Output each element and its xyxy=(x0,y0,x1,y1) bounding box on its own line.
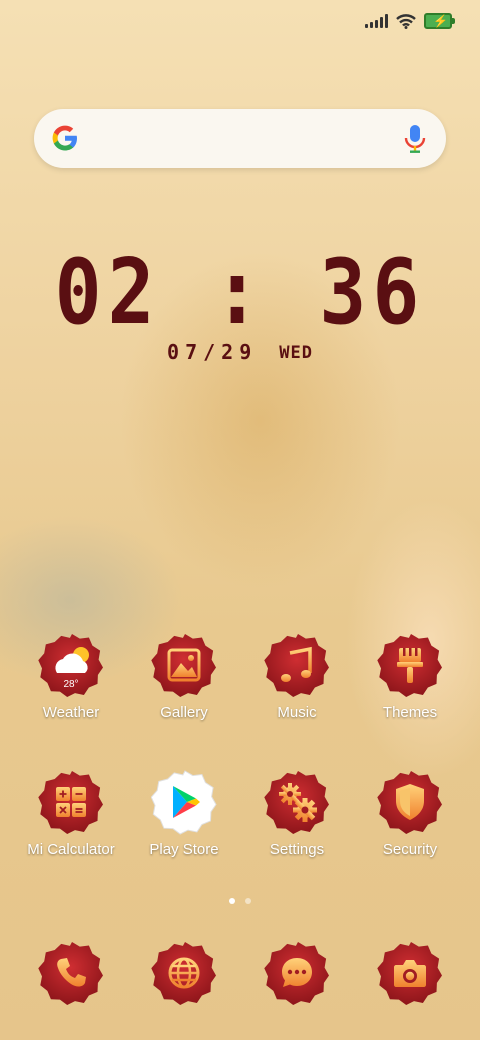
page-dot-2[interactable] xyxy=(245,898,251,904)
music-icon xyxy=(264,634,329,697)
security-icon xyxy=(377,771,442,834)
page-dot-1[interactable] xyxy=(229,898,235,904)
weather-temp: 28° xyxy=(63,679,78,690)
app-label: Security xyxy=(382,841,438,858)
app-label: Play Store xyxy=(149,841,219,858)
dock-phone[interactable] xyxy=(11,940,131,1006)
google-search-bar[interactable] xyxy=(34,109,446,168)
play-store-icon xyxy=(151,770,217,835)
app-security[interactable]: Security xyxy=(350,769,470,858)
page-indicator[interactable] xyxy=(0,898,480,904)
dock-camera[interactable] xyxy=(350,940,470,1006)
signal-icon xyxy=(365,14,388,28)
dock-browser[interactable] xyxy=(124,940,244,1006)
message-icon xyxy=(264,942,329,1005)
google-logo-icon xyxy=(52,125,77,151)
app-label: Mi Calculator xyxy=(27,841,115,858)
calculator-icon xyxy=(38,771,104,834)
status-bar: ⚡ xyxy=(365,10,455,32)
weather-icon: 28° xyxy=(38,634,104,697)
app-weather[interactable]: 28° Weather xyxy=(11,632,131,721)
wifi-icon xyxy=(396,14,416,29)
app-label: Weather xyxy=(42,704,100,721)
mic-icon[interactable] xyxy=(404,124,426,154)
app-label: Gallery xyxy=(160,704,208,721)
app-gallery[interactable]: Gallery xyxy=(124,632,244,721)
phone-icon xyxy=(38,942,104,1005)
app-label: Themes xyxy=(382,704,438,721)
globe-icon xyxy=(151,942,216,1005)
clock-date: 07/29 xyxy=(167,340,258,364)
app-music[interactable]: Music xyxy=(237,632,357,721)
camera-icon xyxy=(377,942,442,1005)
clock-date-row: 07/29 WED xyxy=(0,340,480,364)
clock-weekday: WED xyxy=(279,343,313,363)
app-play-store[interactable]: Play Store xyxy=(124,769,244,858)
app-label: Music xyxy=(277,704,317,721)
themes-icon xyxy=(377,634,442,697)
app-mi-calculator[interactable]: Mi Calculator xyxy=(11,769,131,858)
settings-icon xyxy=(264,771,329,834)
dock-messages[interactable] xyxy=(237,940,357,1006)
app-label: Settings xyxy=(269,841,325,858)
battery-charging-icon: ⚡ xyxy=(424,13,455,29)
clock-time[interactable]: 02 : 36 xyxy=(0,241,480,345)
gallery-icon xyxy=(151,634,216,697)
app-settings[interactable]: Settings xyxy=(237,769,357,858)
app-themes[interactable]: Themes xyxy=(350,632,470,721)
